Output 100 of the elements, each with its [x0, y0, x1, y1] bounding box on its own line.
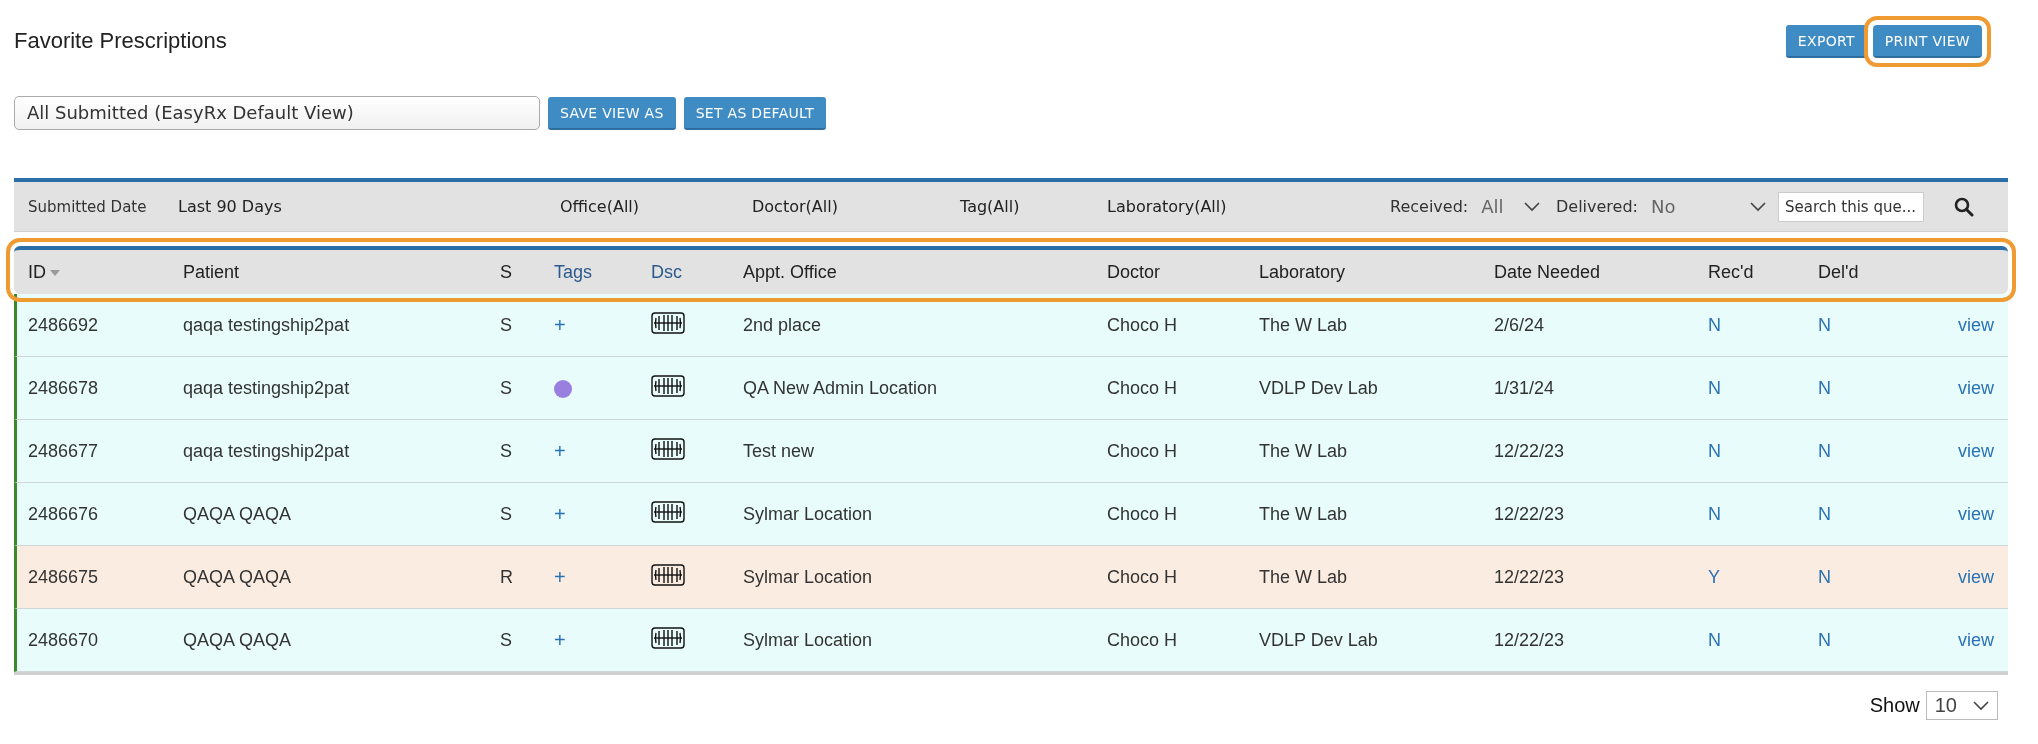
view-link[interactable]: view: [1958, 314, 1994, 335]
tag-filter[interactable]: Tag(All): [960, 197, 1107, 216]
delivered-link[interactable]: N: [1818, 377, 1938, 399]
received-dropdown[interactable]: Received: All: [1390, 196, 1556, 217]
received-link[interactable]: N: [1708, 314, 1818, 336]
table-cell-text: 1/31/24: [1494, 377, 1556, 399]
table-cell-text: Sylmar Location: [743, 503, 874, 525]
table-cell-text: R: [500, 566, 514, 588]
column-header[interactable]: Tags: [554, 261, 651, 283]
table-cell-text: QAQA QAQA: [183, 503, 293, 525]
column-header: Date Needed: [1494, 261, 1602, 283]
table-cell-text: The W Lab: [1259, 314, 1349, 336]
table-cell-text: 12/22/23: [1494, 503, 1566, 525]
table-cell-text: 12/22/23: [1494, 440, 1566, 462]
date-filter[interactable]: Last 90 Days: [178, 197, 560, 216]
table-cell-text: Sylmar Location: [743, 566, 874, 588]
action-button[interactable]: EXPORT: [1785, 24, 1867, 58]
teeth-icon[interactable]: [651, 311, 685, 334]
column-header: Del'd: [1818, 261, 1860, 283]
office-filter[interactable]: Office(All): [560, 197, 752, 216]
view-link[interactable]: view: [1958, 566, 1994, 587]
tag-dot[interactable]: [554, 379, 572, 398]
doctor-filter[interactable]: Doctor(All): [752, 197, 960, 216]
table-cell-text: Sylmar Location: [743, 629, 874, 651]
table-cell-text: 2nd place: [743, 314, 823, 336]
table-cell-text: qaqa testingship2pat: [183, 314, 351, 336]
table-cell-text: Choco H: [1107, 377, 1179, 399]
table-cell-text: 2486677: [28, 440, 100, 462]
table-cell-text: qaqa testingship2pat: [183, 377, 351, 399]
column-header: Doctor: [1107, 261, 1161, 283]
table-cell-text: QAQA QAQA: [183, 629, 293, 651]
table-cell-text: S: [500, 440, 513, 462]
view-link[interactable]: view: [1958, 377, 1994, 398]
table-cell-text: Choco H: [1107, 440, 1179, 462]
table-cell-text: VDLP Dev Lab: [1259, 377, 1379, 399]
column-header: Patient: [183, 261, 241, 283]
table-cell-text: 2486678: [28, 377, 100, 399]
add-tag-link[interactable]: +: [554, 565, 566, 588]
table-cell-text: S: [500, 629, 513, 651]
column-header[interactable]: ID: [28, 261, 183, 283]
table-cell-text: 2486670: [28, 629, 100, 651]
add-tag-link[interactable]: +: [554, 502, 566, 525]
view-button[interactable]: SAVE VIEW AS: [548, 96, 676, 130]
column-header: Laboratory: [1259, 261, 1347, 283]
delivered-link[interactable]: N: [1818, 440, 1938, 462]
received-link[interactable]: N: [1708, 440, 1818, 462]
delivered-link[interactable]: N: [1818, 314, 1938, 336]
received-link[interactable]: Y: [1708, 566, 1818, 588]
received-link[interactable]: N: [1708, 629, 1818, 651]
table-cell-text: QAQA QAQA: [183, 566, 293, 588]
delivered-dropdown[interactable]: Delivered: No: [1556, 196, 1766, 217]
page-title: Favorite Prescriptions: [14, 28, 227, 54]
table-cell-text: 2486675: [28, 566, 100, 588]
laboratory-filter[interactable]: Laboratory(All): [1107, 197, 1390, 216]
table-cell-text: Choco H: [1107, 314, 1179, 336]
teeth-icon[interactable]: [651, 563, 685, 586]
table-cell-text: QA New Admin Location: [743, 377, 939, 399]
teeth-icon[interactable]: [651, 437, 685, 460]
received-link[interactable]: N: [1708, 503, 1818, 525]
chevron-down-icon[interactable]: [1750, 201, 1766, 212]
delivered-link[interactable]: N: [1818, 503, 1938, 525]
table-cell-text: S: [500, 503, 513, 525]
add-tag-link[interactable]: +: [554, 628, 566, 651]
table-cell-text: 12/22/23: [1494, 566, 1566, 588]
view-select[interactable]: All Submitted (EasyRx Default View): [14, 96, 540, 130]
teeth-icon[interactable]: [651, 626, 685, 649]
table-cell-text: 2486692: [28, 314, 100, 336]
delivered-link[interactable]: N: [1818, 629, 1938, 651]
view-link[interactable]: view: [1958, 503, 1994, 524]
add-tag-link[interactable]: +: [554, 439, 566, 462]
table-cell-text: S: [500, 314, 513, 336]
chevron-down-icon[interactable]: [1523, 201, 1540, 212]
table-cell-text: Test new: [743, 440, 816, 462]
table-cell-text: The W Lab: [1259, 503, 1349, 525]
received-link[interactable]: N: [1708, 377, 1818, 399]
table-cell-text: S: [500, 377, 513, 399]
search-field[interactable]: Search this que...: [1778, 191, 1924, 222]
view-link[interactable]: view: [1958, 629, 1994, 650]
table-cell-text: 2486676: [28, 503, 100, 525]
add-tag-link[interactable]: +: [554, 313, 566, 336]
view-button[interactable]: SET AS DEFAULT: [683, 96, 827, 130]
search-icon[interactable]: [1954, 196, 1974, 217]
chevron-down-icon[interactable]: [1973, 700, 1989, 711]
delivered-link[interactable]: N: [1818, 566, 1938, 588]
view-link[interactable]: view: [1958, 440, 1994, 461]
table-cell-text: Choco H: [1107, 629, 1179, 651]
teeth-icon[interactable]: [651, 500, 685, 523]
table-cell-text: VDLP Dev Lab: [1259, 629, 1379, 651]
table-cell-text: 12/22/23: [1494, 629, 1566, 651]
column-header: Appt. Office: [743, 261, 838, 283]
page-size-select[interactable]: 10: [1925, 691, 1998, 720]
teeth-icon[interactable]: [651, 374, 685, 397]
column-header: S: [500, 261, 513, 283]
table-cell-text: Choco H: [1107, 503, 1179, 525]
column-header[interactable]: Dsc: [651, 261, 743, 283]
column-header: Rec'd: [1708, 261, 1755, 283]
table-cell-text: The W Lab: [1259, 566, 1349, 588]
show-label: Show: [1869, 694, 1920, 717]
table-cell-text: The W Lab: [1259, 440, 1349, 462]
table-cell-text: 2/6/24: [1494, 314, 1546, 336]
